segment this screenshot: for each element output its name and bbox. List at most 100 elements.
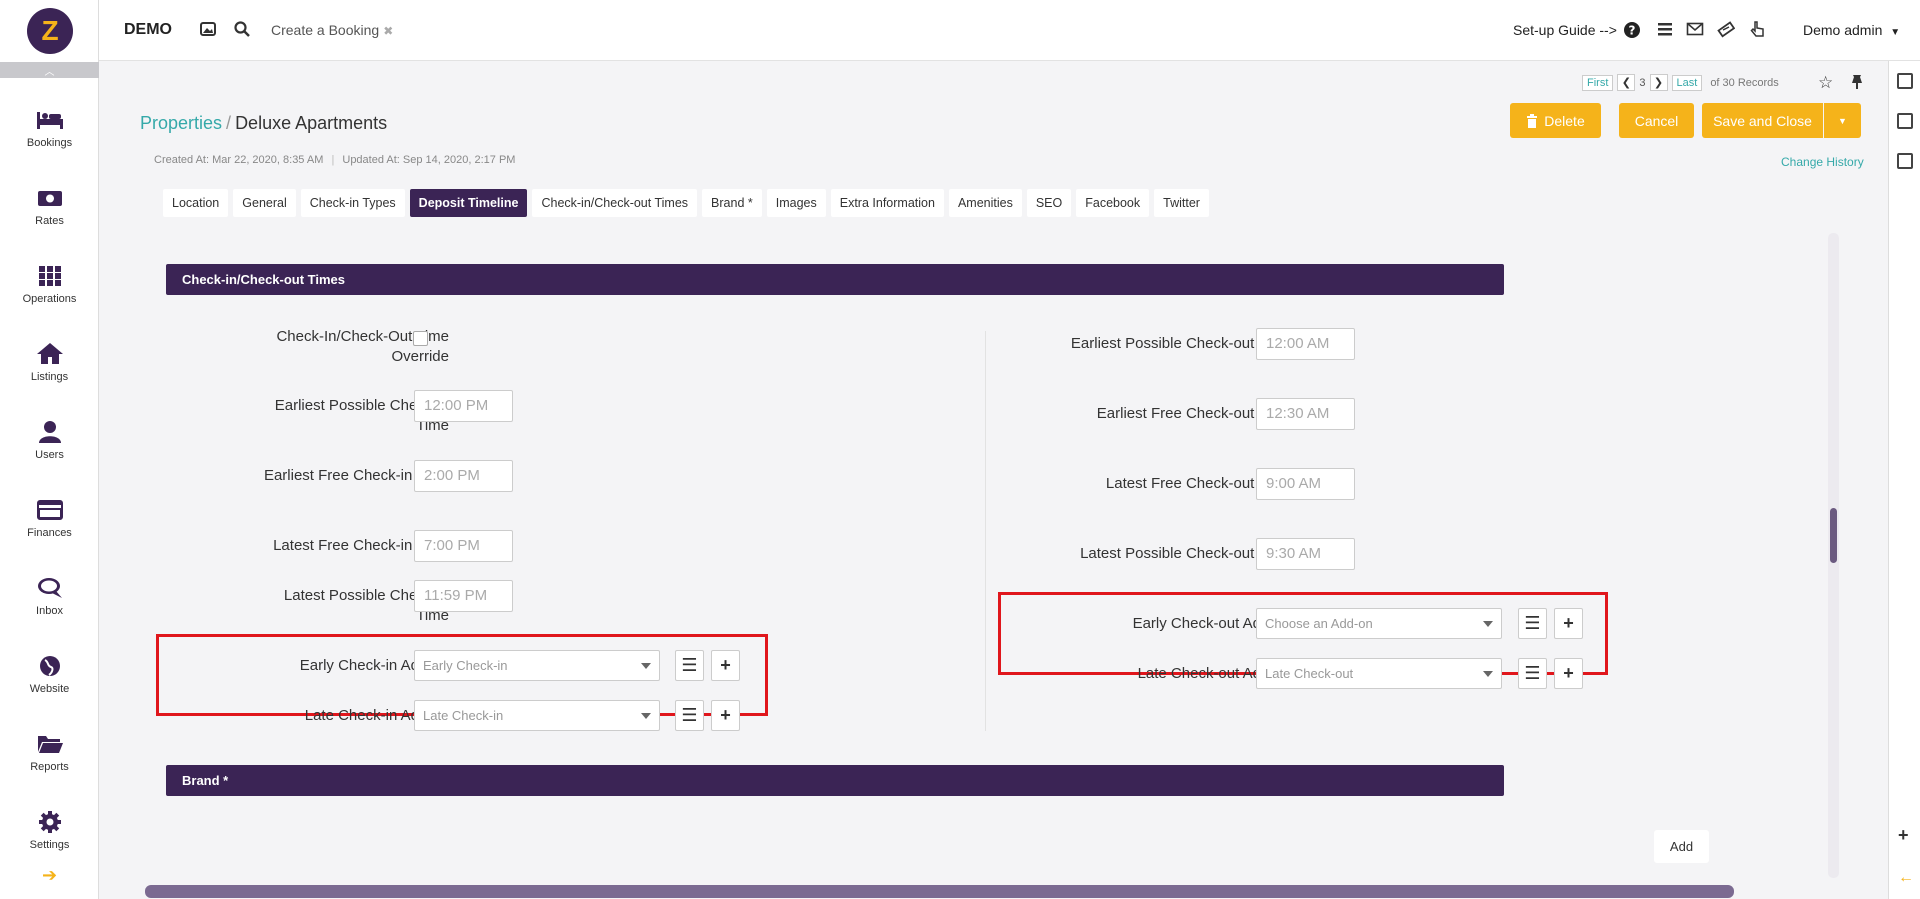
early-checkout-add-button[interactable]: + (1554, 608, 1583, 639)
sidebar-item-reports[interactable]: Reports (0, 722, 99, 782)
mail-icon[interactable] (1686, 20, 1704, 38)
sidebar-item-finances[interactable]: Finances (0, 488, 99, 548)
sidebar-item-label: Website (29, 682, 70, 695)
sidebar-item-operations[interactable]: Operations (0, 254, 99, 314)
tab-amenities[interactable]: Amenities (948, 189, 1022, 217)
grid-icon (38, 265, 61, 286)
latest-free-checkout-input[interactable]: 9:00 AM (1256, 468, 1355, 500)
tab-location[interactable]: Location (163, 189, 229, 217)
arrow-right-icon[interactable]: ➔ (0, 865, 99, 886)
early-checkout-addon-placeholder: Choose an Add-on (1265, 616, 1373, 631)
early-checkout-addon-label: Early Check-out Add-on (1132, 615, 1291, 632)
tab-images[interactable]: Images (766, 189, 826, 217)
created-at: Created At: Mar 22, 2020, 8:35 AM (154, 154, 324, 166)
tab-twitter[interactable]: Twitter (1154, 189, 1209, 217)
tab-extra-information[interactable]: Extra Information (830, 189, 944, 217)
sidebar-item-users[interactable]: Users (0, 410, 99, 470)
sidebar-item-settings[interactable]: Settings (0, 800, 99, 860)
section-header-brand: Brand * (166, 765, 1504, 796)
help-icon[interactable]: ? (1623, 21, 1641, 39)
horizontal-scrollbar[interactable] (145, 885, 1734, 898)
folder-icon (37, 735, 63, 753)
late-checkin-addon-select[interactable]: Late Check-in (414, 700, 660, 731)
plus-icon[interactable]: + (1898, 825, 1909, 846)
right-rail: + ← (1888, 61, 1920, 899)
record-pager: First ❮ 3 ❯ Last of 30 Records (1582, 74, 1779, 91)
logo-letter: Z (41, 15, 59, 46)
note-icon[interactable] (1897, 113, 1913, 129)
earliest-free-checkin-input[interactable]: 2:00 PM (414, 460, 513, 492)
chevron-left-icon[interactable]: ❮ (1617, 74, 1636, 91)
image-icon[interactable] (199, 20, 217, 38)
sidebar-item-website[interactable]: Website (0, 644, 99, 704)
sidebar-item-rates[interactable]: Rates (0, 176, 99, 236)
tab-seo[interactable]: SEO (1026, 189, 1072, 217)
early-checkin-list-button[interactable]: ☰ (675, 650, 704, 681)
earliest-possible-checkout-input[interactable]: 12:00 AM (1256, 328, 1355, 360)
save-options-dropdown[interactable]: ▼ (1824, 103, 1861, 138)
early-checkout-list-button[interactable]: ☰ (1518, 608, 1547, 639)
late-checkout-list-button[interactable]: ☰ (1518, 658, 1547, 689)
sidebar-item-listings[interactable]: Listings (0, 332, 99, 392)
tab-deposit-timeline[interactable]: Deposit Timeline (409, 189, 528, 217)
sidebar-item-inbox[interactable]: Inbox (0, 566, 99, 626)
cancel-button[interactable]: Cancel (1619, 103, 1694, 138)
early-checkout-addon-select[interactable]: Choose an Add-on (1256, 608, 1502, 639)
delete-button[interactable]: Delete (1510, 103, 1601, 138)
ticket-icon[interactable] (1717, 20, 1735, 38)
tab-general[interactable]: General (233, 189, 296, 217)
change-history-link[interactable]: Change History (1781, 155, 1864, 169)
early-checkin-addon-value: Early Check-in (423, 658, 508, 673)
tab-check-in-types[interactable]: Check-in Types (300, 189, 405, 217)
brand-add-button[interactable]: Add (1654, 830, 1709, 863)
record-meta: Created At: Mar 22, 2020, 8:35 AM | Upda… (154, 154, 515, 166)
note-icon[interactable] (1897, 153, 1913, 169)
pager-last-link[interactable]: Last (1671, 74, 1703, 91)
latest-free-checkin-input[interactable]: 7:00 PM (414, 530, 513, 562)
collapse-up-icon[interactable]: ︿ (0, 62, 99, 78)
create-booking-tab[interactable]: Create a Booking ✖ (271, 22, 393, 38)
vertical-scrollbar[interactable] (1828, 233, 1839, 878)
chevron-right-icon[interactable]: ❯ (1649, 74, 1668, 91)
cancel-label: Cancel (1634, 112, 1679, 129)
vertical-scroll-thumb[interactable] (1830, 508, 1837, 563)
menu-icon[interactable] (1656, 20, 1674, 38)
list-icon: ☰ (1524, 613, 1541, 633)
user-name: Demo admin (1803, 22, 1883, 38)
late-checkout-add-button[interactable]: + (1554, 658, 1583, 689)
latest-possible-checkout-input[interactable]: 9:30 AM (1256, 538, 1355, 570)
breadcrumb-properties-link[interactable]: Properties (140, 113, 222, 133)
sidebar-item-label: Settings (29, 838, 70, 851)
late-checkin-list-button[interactable]: ☰ (675, 700, 704, 731)
tab-facebook[interactable]: Facebook (1076, 189, 1150, 217)
late-checkin-add-button[interactable]: + (711, 700, 740, 731)
latest-possible-checkin-input[interactable]: 11:59 PM (414, 580, 513, 612)
sidebar-item-bookings[interactable]: Bookings (0, 98, 99, 158)
plus-icon: + (1563, 663, 1574, 683)
pointer-icon[interactable] (1748, 20, 1766, 38)
tab-brand[interactable]: Brand * (702, 189, 762, 217)
earliest-possible-checkin-input[interactable]: 12:00 PM (414, 390, 513, 422)
app-logo[interactable]: Z (27, 8, 73, 54)
search-icon[interactable] (233, 20, 251, 38)
early-checkin-add-button[interactable]: + (711, 650, 740, 681)
tab-check-in-out-times[interactable]: Check-in/Check-out Times (532, 189, 698, 217)
early-checkin-addon-select[interactable]: Early Check-in (414, 650, 660, 681)
earliest-free-checkout-input[interactable]: 12:30 AM (1256, 398, 1355, 430)
plus-icon: + (720, 705, 731, 725)
caret-down-icon: ▼ (1838, 115, 1847, 126)
user-menu[interactable]: Demo admin ▼ (1803, 22, 1900, 38)
note-icon[interactable] (1897, 73, 1913, 89)
pin-icon[interactable] (1850, 74, 1864, 90)
late-checkout-addon-select[interactable]: Late Check-out (1256, 658, 1502, 689)
override-checkbox[interactable] (413, 331, 428, 346)
save-close-button[interactable]: Save and Close (1702, 103, 1823, 138)
setup-guide-link[interactable]: Set-up Guide --> (1513, 22, 1617, 38)
home-icon (36, 342, 63, 364)
section-header-check-in-out: Check-in/Check-out Times (166, 264, 1504, 295)
arrow-left-icon[interactable]: ← (1898, 869, 1914, 887)
money-icon (37, 190, 62, 206)
pager-first-link[interactable]: First (1582, 74, 1614, 91)
close-icon[interactable]: ✖ (383, 24, 393, 38)
star-icon[interactable]: ☆ (1818, 73, 1833, 93)
